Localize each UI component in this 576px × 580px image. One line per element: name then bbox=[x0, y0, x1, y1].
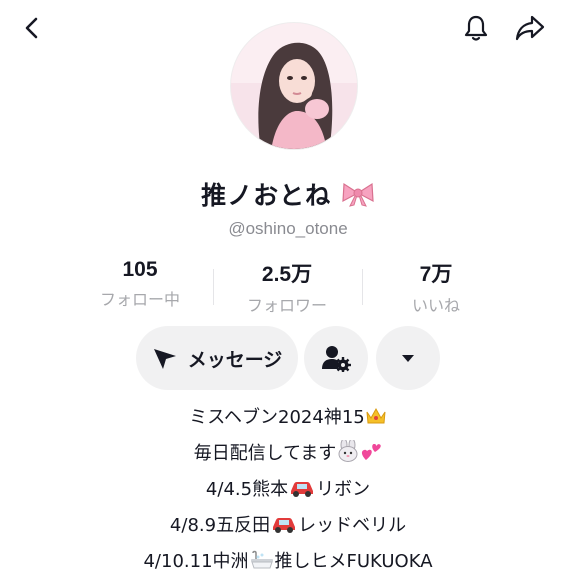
bio-text: 推しヒメFUKUOKA bbox=[274, 551, 433, 572]
crown-icon bbox=[366, 407, 386, 424]
back-button[interactable] bbox=[12, 8, 52, 48]
notification-button[interactable] bbox=[454, 6, 498, 50]
bathtub-icon bbox=[250, 550, 273, 569]
more-options-button[interactable] bbox=[376, 326, 440, 390]
send-arrow-icon bbox=[153, 349, 176, 369]
profile-name-text: 推ノおとね bbox=[201, 181, 332, 210]
likes-label: いいね bbox=[411, 296, 460, 315]
ribbon-icon bbox=[342, 182, 374, 207]
bio-text: ミスヘブン2024神15 bbox=[189, 407, 365, 428]
avatar[interactable] bbox=[230, 22, 358, 150]
bio-text: 4/4.5熊本 bbox=[205, 479, 289, 500]
message-button-label: メッセージ bbox=[187, 348, 283, 371]
bell-icon bbox=[464, 15, 488, 41]
following-label: フォロー中 bbox=[99, 290, 180, 309]
stat-divider bbox=[213, 269, 214, 305]
bio-line: 4/4.5熊本 リボン bbox=[0, 472, 576, 508]
bio-text: 4/10.11中洲 bbox=[143, 551, 249, 572]
likes-stat[interactable]: 7万 いいね bbox=[366, 258, 506, 316]
bio-line: ミスヘブン2024神15 bbox=[0, 400, 576, 436]
car-icon bbox=[291, 482, 314, 497]
profile-name: 推ノおとね bbox=[0, 176, 576, 212]
two-hearts-icon bbox=[362, 444, 382, 460]
user-gear-icon bbox=[322, 346, 351, 372]
share-arrow-icon bbox=[515, 15, 545, 41]
followers-stat[interactable]: 2.5万 フォロワー bbox=[217, 258, 357, 316]
car-icon bbox=[273, 518, 296, 533]
bio-text: リボン bbox=[316, 479, 371, 500]
following-stat[interactable]: 105 フォロー中 bbox=[70, 258, 210, 310]
bio-line: 毎日配信してます bbox=[0, 436, 576, 472]
profile-handle: @oshino_otone bbox=[228, 219, 348, 238]
bio-text: 4/8.9五反田 bbox=[169, 515, 271, 536]
bio-line: 4/8.9五反田 レッドベリル bbox=[0, 508, 576, 544]
likes-count: 7万 bbox=[419, 263, 453, 286]
bio-line: 4/10.11中洲 推しヒメFUKUOKA bbox=[0, 544, 576, 580]
following-count: 105 bbox=[122, 258, 158, 281]
bio-text: レッドベリル bbox=[298, 515, 407, 536]
followers-count: 2.5万 bbox=[261, 263, 313, 286]
message-button[interactable]: メッセージ bbox=[136, 326, 298, 390]
stat-divider bbox=[362, 269, 363, 305]
rabbit-icon bbox=[338, 440, 358, 462]
user-settings-button[interactable] bbox=[304, 326, 368, 390]
followers-label: フォロワー bbox=[246, 296, 327, 315]
share-button[interactable] bbox=[508, 6, 552, 50]
caret-down-icon bbox=[402, 355, 414, 362]
bio-text: 毎日配信してます bbox=[193, 443, 337, 464]
chevron-left-icon bbox=[25, 17, 38, 39]
profile-bio: ミスヘブン2024神15 毎日配信してます 4/4.5熊本 リボン 4/8.9五… bbox=[0, 400, 576, 580]
